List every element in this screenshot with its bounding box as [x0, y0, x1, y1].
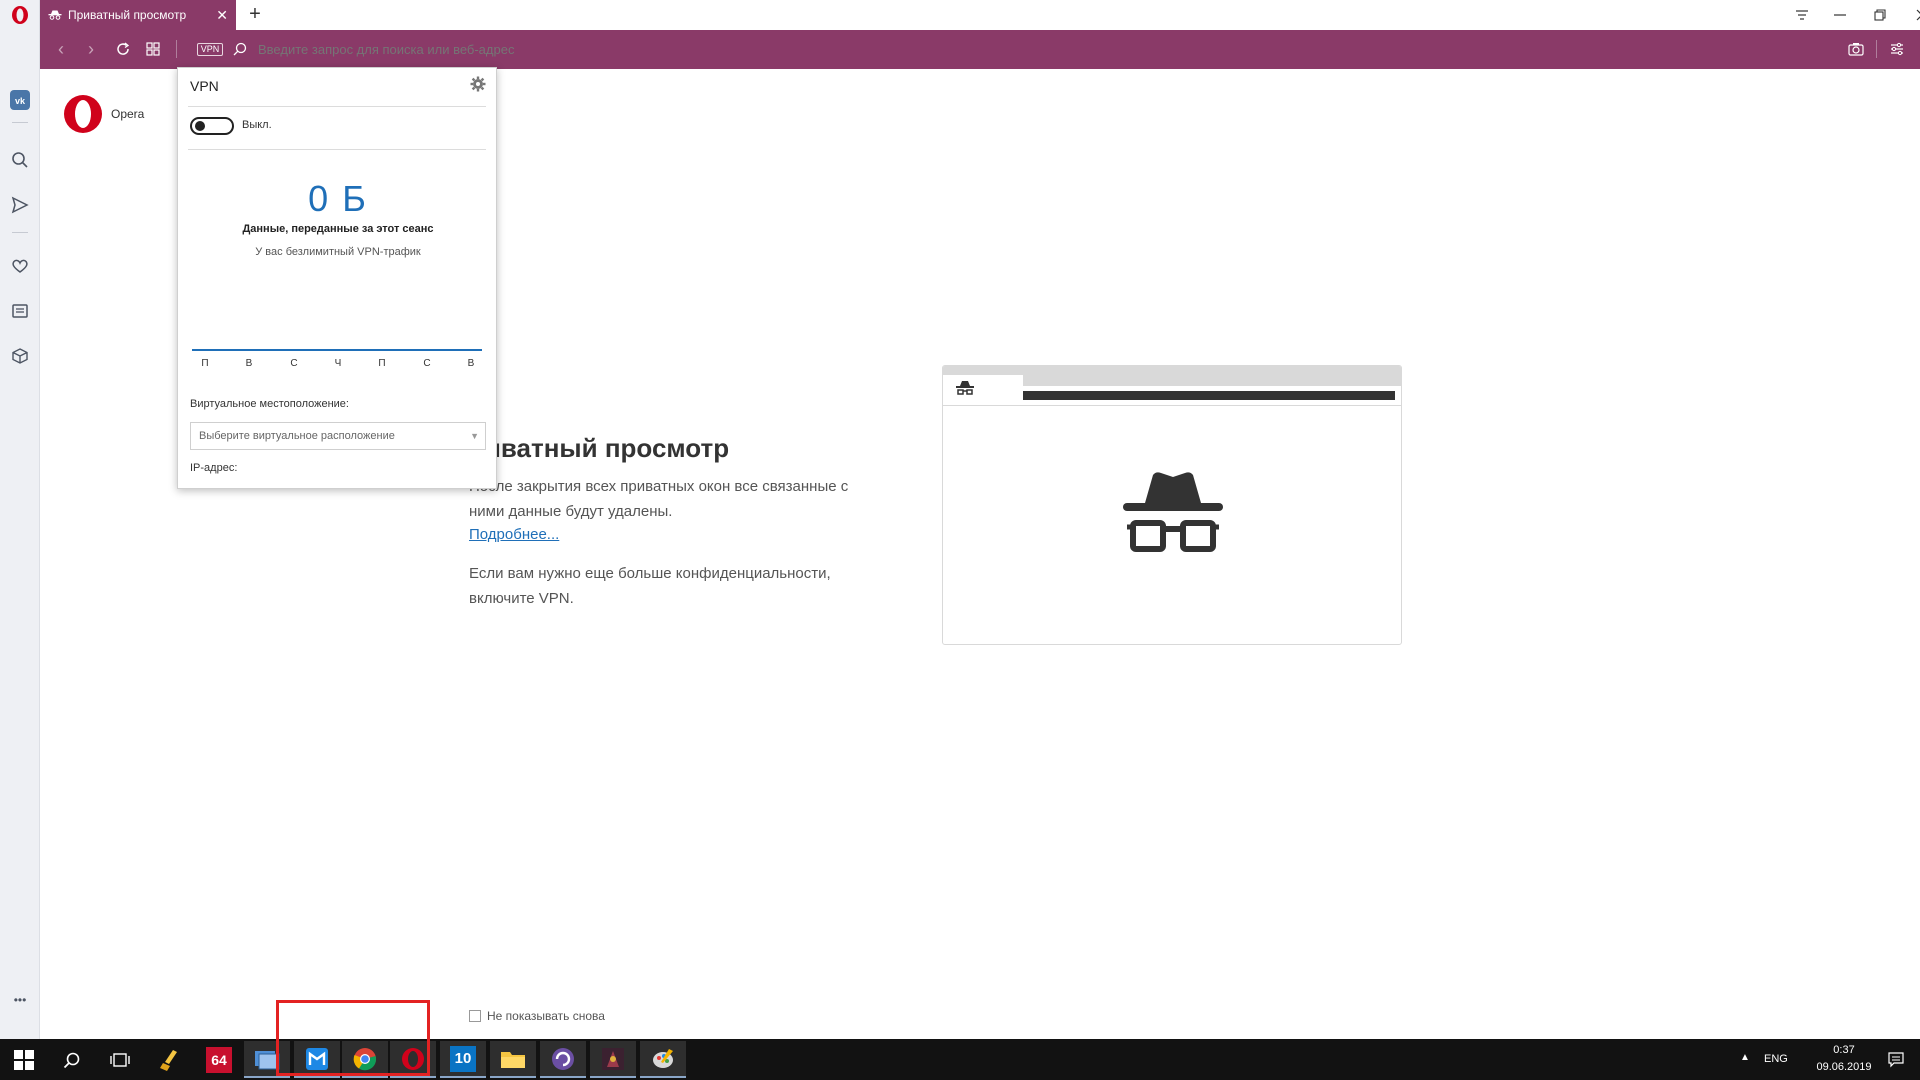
vpn-toggle-label: Выкл.: [242, 119, 272, 131]
highlight-annotation-box: [276, 1000, 430, 1076]
screen: vk ••• Приватный просмотр ✕ + ‹ › VPN Вв…: [0, 0, 1920, 1080]
opera-speed-dial-logo[interactable]: Opera: [63, 94, 144, 134]
incognito-small-icon: [956, 381, 974, 395]
graph-day-label: Ч: [334, 358, 342, 369]
address-input[interactable]: [258, 38, 1458, 60]
minimize-icon[interactable]: [1818, 0, 1862, 30]
action-center-icon[interactable]: [1872, 1039, 1920, 1080]
clock-time[interactable]: 0:37: [1816, 1044, 1872, 1056]
vpn-toggle-knob: [195, 121, 205, 131]
vpn-popup-title: VPN: [190, 78, 219, 94]
aida64-icon[interactable]: 64: [196, 1041, 242, 1078]
search-icon[interactable]: [48, 1039, 96, 1080]
start-icon[interactable]: [0, 1039, 48, 1080]
vpn-toggle[interactable]: [190, 117, 234, 135]
language-indicator[interactable]: ENG: [1764, 1053, 1788, 1065]
app-10-label: 10: [450, 1045, 476, 1072]
vpn-settings-gear-icon[interactable]: [470, 76, 486, 97]
restore-icon[interactable]: [1858, 0, 1902, 30]
search-icon[interactable]: [8, 148, 32, 172]
vpn-badge-button[interactable]: VPN: [197, 43, 223, 56]
illus-address-bar: [1023, 391, 1395, 400]
illus-divider: [943, 405, 1401, 406]
opera-logo-text: Opera: [111, 107, 145, 121]
virtual-location-label: Виртуальное местоположение:: [190, 398, 349, 410]
paint-icon[interactable]: [640, 1041, 686, 1078]
speed-dial-icon[interactable]: [142, 38, 164, 60]
app-10-icon[interactable]: 10: [440, 1041, 486, 1078]
page-title: риватный просмотр: [469, 433, 730, 463]
graph-day-label: С: [423, 358, 431, 369]
tab-strip: Приватный просмотр ✕ +: [40, 0, 1920, 30]
address-search-icon: [229, 38, 251, 60]
file-explorer-icon[interactable]: [490, 1041, 536, 1078]
address-bar: ‹ › VPN: [40, 30, 1920, 69]
new-tab-button[interactable]: +: [244, 4, 266, 26]
dont-show-again[interactable]: Не показывать снова: [469, 1009, 605, 1023]
vpn-data-caption: Данные, переданные за этот сеанс: [242, 223, 434, 235]
torrent-icon[interactable]: [540, 1041, 586, 1078]
box-icon[interactable]: [8, 344, 32, 368]
ccleaner-icon[interactable]: [148, 1041, 194, 1078]
ip-address-label: IP-адрес:: [190, 462, 238, 474]
dont-show-label: Не показывать снова: [487, 1009, 605, 1023]
vpn-traffic-graph-baseline: [192, 349, 482, 351]
tray-chevron-icon[interactable]: ▲: [1740, 1052, 1750, 1063]
back-icon[interactable]: ‹: [50, 38, 72, 60]
graph-day-label: С: [290, 358, 298, 369]
virtual-location-placeholder: Выберите виртуальное расположение: [199, 430, 395, 442]
incognito-icon: [48, 10, 62, 20]
task-view-icon[interactable]: [96, 1039, 144, 1080]
easy-setup-icon[interactable]: [1886, 38, 1908, 60]
sidebar-divider: [12, 232, 28, 233]
vpn-data-amount: 0 Б: [308, 178, 368, 219]
dont-show-checkbox[interactable]: [469, 1010, 481, 1022]
opera-menu-button[interactable]: [0, 0, 40, 30]
game-icon[interactable]: [590, 1041, 636, 1078]
private-illustration: [942, 365, 1402, 645]
send-icon[interactable]: [8, 193, 32, 217]
graph-day-label: П: [378, 358, 386, 369]
vpn-popup: VPN Выкл. 0 Б Данные, переданные за этот…: [177, 67, 497, 489]
news-icon[interactable]: [8, 299, 32, 323]
vpn-suggestion: Если вам нужно еще больше конфиденциальн…: [469, 565, 831, 607]
aida64-label: 64: [206, 1046, 232, 1073]
graph-day-label: В: [245, 358, 253, 369]
sidebar-divider: [12, 122, 28, 123]
snapshot-icon[interactable]: [1845, 38, 1867, 60]
vpn-divider: [188, 149, 486, 150]
addr-divider: [176, 40, 177, 58]
reload-icon[interactable]: [112, 38, 134, 60]
vpn-unlimited-note: У вас безлимитный VPN-трафик: [255, 246, 421, 258]
sidebar-more-icon[interactable]: •••: [8, 988, 32, 1012]
opera-sidebar: vk •••: [0, 0, 40, 1039]
virtual-location-select[interactable]: Выберите виртуальное расположение ▼: [190, 422, 486, 450]
svg-text:vk: vk: [15, 96, 26, 106]
graph-day-label: В: [467, 358, 475, 369]
learn-more-link[interactable]: Подробнее...: [469, 526, 559, 543]
incognito-large-icon: [1123, 472, 1223, 552]
close-window-icon[interactable]: [1900, 0, 1920, 30]
addr-divider: [1876, 40, 1877, 58]
tab-title: Приватный просмотр: [68, 8, 187, 22]
opera-o-icon: [64, 95, 102, 133]
tab-private[interactable]: Приватный просмотр ✕: [40, 0, 236, 30]
opera-logo-icon: [12, 6, 28, 24]
heart-icon[interactable]: [8, 254, 32, 278]
forward-icon[interactable]: ›: [80, 38, 102, 60]
vk-icon[interactable]: vk: [8, 88, 32, 112]
illus-tab: [943, 375, 1023, 405]
graph-day-label: П: [201, 358, 209, 369]
chevron-down-icon: ▼: [470, 431, 479, 441]
vpn-divider: [188, 106, 486, 107]
close-tab-icon[interactable]: ✕: [216, 7, 228, 23]
private-description: После закрытия всех приватных окон все с…: [469, 478, 849, 520]
